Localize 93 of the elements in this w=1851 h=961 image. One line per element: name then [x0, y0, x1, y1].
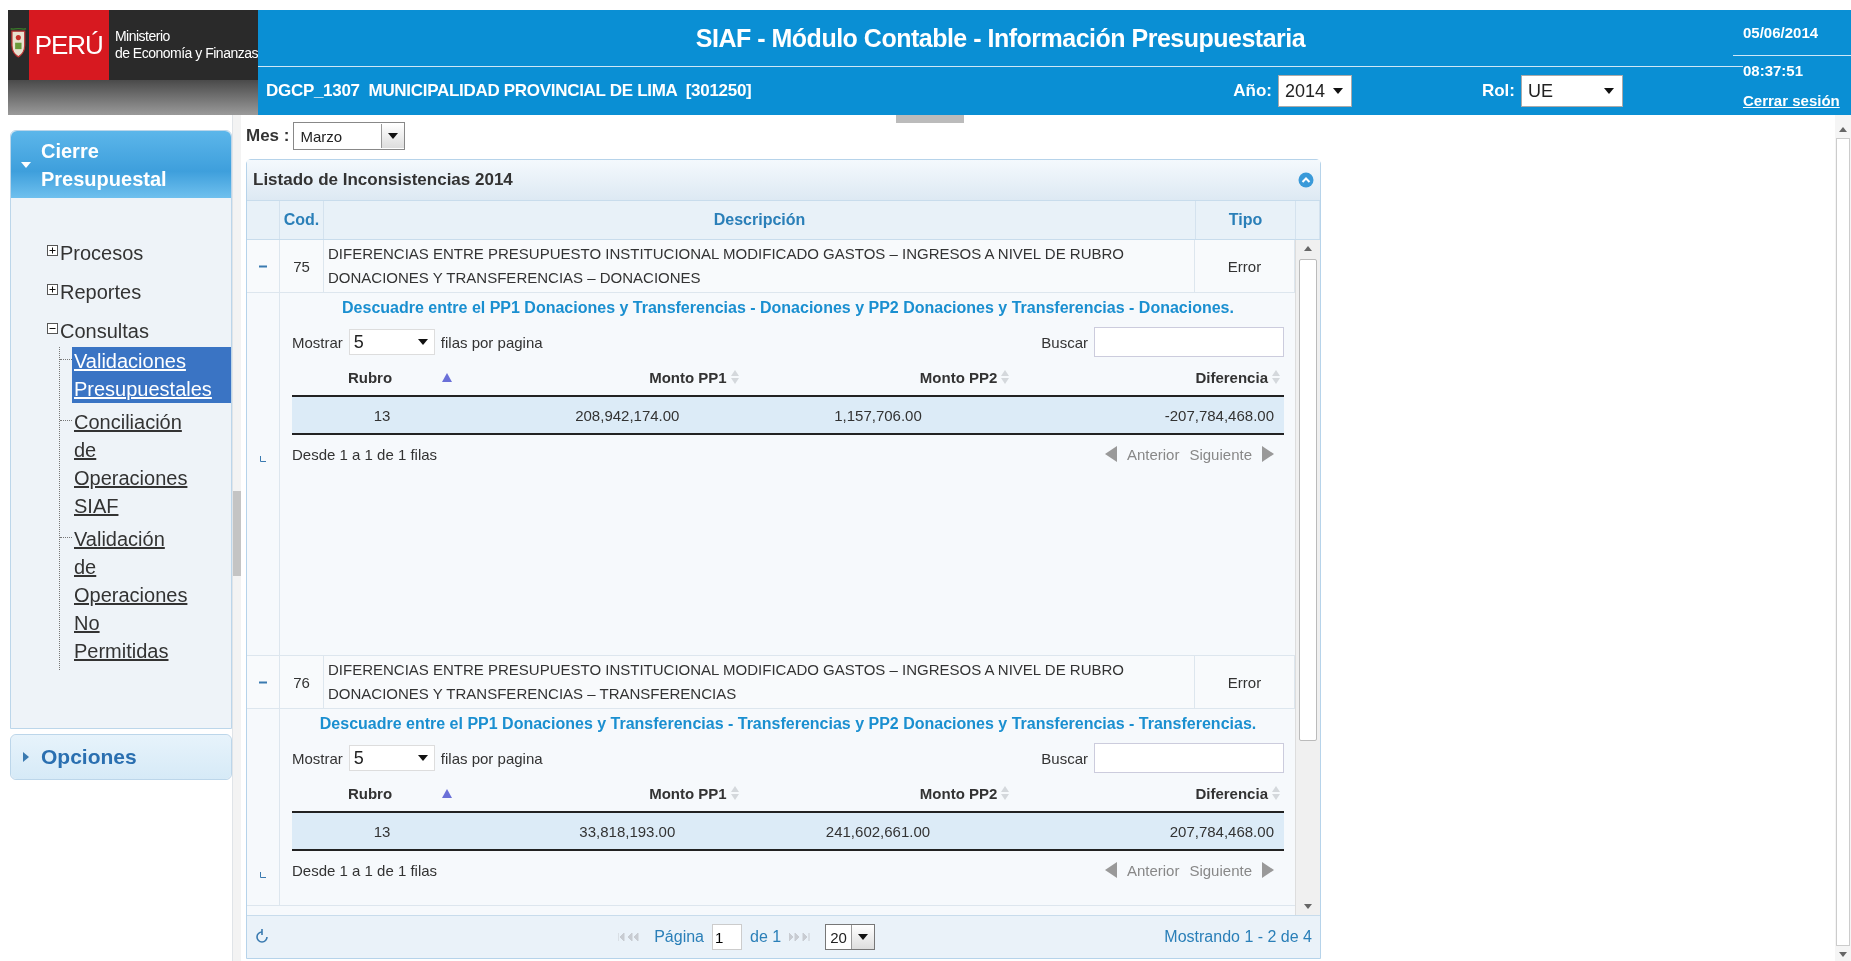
records-summary: Mostrando 1 - 2 de 4	[1164, 928, 1312, 946]
caret-right-icon	[21, 752, 31, 762]
tree-link[interactable]: Conciliación de Operaciones SIAF	[72, 408, 190, 520]
logout-link[interactable]: Cerrar sesión	[1743, 92, 1851, 109]
search-field[interactable]	[1094, 743, 1284, 773]
page-size-dropdown[interactable]: 5	[348, 745, 435, 771]
resize-handle[interactable]	[896, 115, 964, 123]
pagination-info: Desde 1 a 1 de 1 filas	[292, 445, 438, 463]
rows-per-page-label: filas por pagina	[440, 333, 543, 351]
column-header[interactable]: Diferencia	[1195, 784, 1268, 802]
corner-icon	[260, 872, 266, 878]
caret-down-icon	[21, 159, 31, 170]
column-header[interactable]: Monto PP2	[919, 368, 998, 386]
detail-title: Descuadre entre el PP1 Donaciones y Transferencias - Donaciones y PP2 Donaciones y Transferencias - Donaciones.	[341, 299, 1235, 318]
table-cell: 75	[280, 240, 324, 292]
show-label: Mostrar	[292, 333, 343, 351]
month-label: Mes :	[246, 126, 290, 146]
table-cell-text: 33,818,193.00	[578, 821, 677, 842]
table-cell-text: 13	[372, 405, 392, 426]
column-header[interactable]: Tipo	[1196, 201, 1296, 239]
table-row[interactable]: 13 208,942,174.00 1,157,706.00 -207,784,468.00	[292, 397, 1284, 435]
ministry-name: Ministerio	[114, 28, 171, 45]
column-header[interactable]: Monto PP1	[649, 784, 727, 802]
previous-icon	[1104, 862, 1117, 878]
scrollbar[interactable]	[1295, 240, 1320, 915]
page-size-dropdown[interactable]: 20	[825, 924, 876, 950]
column-header[interactable]: Cod.	[280, 201, 324, 239]
collapse-panel-icon	[1298, 172, 1314, 188]
scroll-down-icon	[1839, 952, 1847, 957]
table-cell-text: 241,602,661.00	[824, 821, 932, 842]
time-text: 08:37:51	[1743, 61, 1805, 81]
app-title: SIAF - Módulo Contable - Información Presupuestaria	[695, 23, 1306, 53]
detail-title: Descuadre entre el PP1 Donaciones y Transferencias - Transferencias y PP2 Donaciones y Transferencias - Transferencias.	[318, 715, 1258, 734]
page-size-dropdown[interactable]: 5	[348, 329, 435, 355]
table-cell: DIFERENCIAS ENTRE PRESUPUESTO INSTITUCIONAL MODIFICADO GASTOS – INGRESOS A NIVEL DE RUBRO DONACIONES Y TRANSFERENCIAS – DONACIONES	[324, 240, 1195, 292]
table-cell-text: 207,784,468.00	[1168, 821, 1275, 842]
month-dropdown[interactable]: Marzo	[293, 122, 406, 150]
year-label: Año:	[1233, 81, 1272, 101]
show-label: Mostrar	[292, 749, 343, 767]
date-text: 05/06/2014	[1733, 24, 1851, 56]
tree-link[interactable]: Validación de Operaciones No Permitidas	[72, 525, 190, 665]
next-icon	[1262, 446, 1274, 462]
panel-title: Listado de Inconsistencias 2014	[253, 170, 513, 190]
column-header[interactable]: Monto PP2	[919, 784, 998, 802]
caret-icon	[388, 133, 399, 139]
caret-icon	[1332, 88, 1343, 94]
table-row[interactable]: 13 33,818,193.00 241,602,661.00 207,784,468.00	[292, 813, 1284, 851]
scrollbar[interactable]	[1835, 115, 1851, 961]
table-cell-text: 1,157,706.00	[833, 405, 923, 426]
page-number-field[interactable]: 1	[712, 924, 742, 950]
column-header[interactable]: Rubro	[347, 784, 393, 802]
entity-name: DGCP_1307 MUNICIPALIDAD PROVINCIAL DE LIMA [301250]	[266, 81, 753, 101]
column-header[interactable]: Rubro	[347, 368, 393, 386]
next-icon	[1262, 862, 1274, 878]
scroll-down-icon	[1304, 904, 1312, 909]
search-field[interactable]	[1094, 327, 1284, 357]
accordion-header[interactable]: Opciones	[11, 735, 231, 779]
role-dropdown[interactable]: UE	[1521, 75, 1623, 107]
scrollbar-thumb[interactable]	[1299, 259, 1317, 741]
search-label: Buscar	[1041, 749, 1088, 767]
pagination-info: Desde 1 a 1 de 1 filas	[292, 861, 438, 879]
year-dropdown[interactable]: 2014	[1277, 75, 1352, 107]
page-label: Página	[654, 928, 704, 946]
rows-per-page-label: filas por pagina	[440, 749, 543, 767]
table-cell-text: 13	[372, 821, 392, 842]
caret-icon	[1604, 88, 1614, 94]
column-header[interactable]: Monto PP1	[649, 368, 727, 386]
caret-icon	[417, 339, 428, 345]
role-label: Rol:	[1481, 81, 1515, 101]
splitter-handle[interactable]	[233, 490, 241, 576]
table-cell-text: 208,942,174.00	[574, 405, 681, 426]
tree-item[interactable]: Reportes	[60, 281, 142, 304]
tree-item[interactable]: Consultas	[60, 320, 149, 343]
tree-link[interactable]: Validaciones Presupuestales	[72, 347, 231, 403]
table-cell: 76	[280, 656, 324, 708]
caret-icon	[417, 755, 428, 761]
tree-item[interactable]: Procesos	[60, 242, 144, 265]
corner-icon	[260, 456, 266, 462]
table-cell: DIFERENCIAS ENTRE PRESUPUESTO INSTITUCIONAL MODIFICADO GASTOS – INGRESOS A NIVEL DE RUBRO DONACIONES Y TRANSFERENCIAS – TRANSFERENCIAS	[324, 656, 1195, 708]
scrollbar-thumb[interactable]	[1836, 138, 1850, 946]
refresh-icon	[255, 929, 269, 945]
country-logo-text: PERÚ	[28, 10, 109, 80]
column-header[interactable]: Descripción	[324, 201, 1196, 239]
ministry-name: de Economía y Finanzas	[114, 45, 258, 62]
caret-icon	[858, 934, 869, 940]
page-count: de 1	[750, 928, 782, 946]
scroll-up-icon	[1839, 127, 1847, 132]
column-header[interactable]: Diferencia	[1195, 368, 1268, 386]
table-cell-text: -207,784,468.00	[1163, 405, 1275, 426]
search-label: Buscar	[1041, 333, 1088, 351]
accordion-title: Opciones	[41, 744, 138, 770]
scroll-up-icon	[1304, 246, 1312, 251]
previous-icon	[1104, 446, 1117, 462]
